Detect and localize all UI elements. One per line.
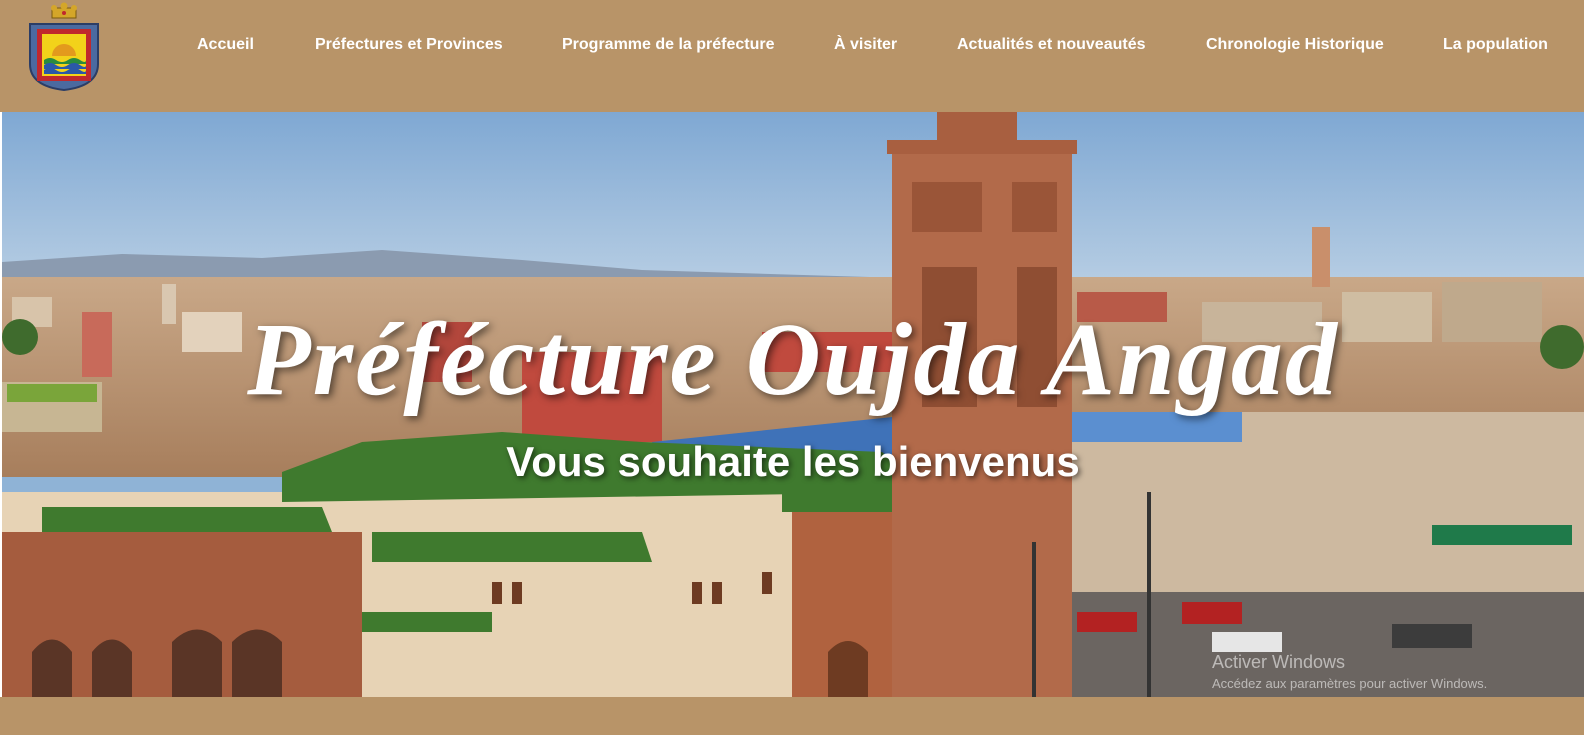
main-nav: Accueil Préfectures et Provinces Program… (0, 36, 1584, 58)
site-header: Accueil Préfectures et Provinces Program… (0, 0, 1584, 112)
footer-band (0, 697, 1584, 735)
hero-title: Préfécture Oujda Angad (247, 302, 1339, 417)
nav-item-accueil[interactable]: Accueil (197, 36, 254, 54)
windows-activation-watermark-text: Accédez aux paramètres pour activer Wind… (1212, 676, 1488, 691)
windows-activation-watermark-title: Activer Windows (1212, 652, 1346, 672)
nav-item-prefectures-provinces[interactable]: Préfectures et Provinces (315, 36, 503, 54)
nav-item-a-visiter[interactable]: À visiter (834, 36, 897, 54)
nav-item-programme[interactable]: Programme de la préfecture (562, 36, 775, 54)
nav-item-actualites[interactable]: Actualités et nouveautés (957, 36, 1146, 54)
nav-item-population[interactable]: La population (1443, 36, 1548, 54)
hero-banner: Préfécture Oujda Angad Vous souhaite les… (2, 112, 1584, 697)
nav-item-chronologie[interactable]: Chronologie Historique (1206, 36, 1384, 54)
hero-subtitle: Vous souhaite les bienvenus (506, 438, 1080, 485)
